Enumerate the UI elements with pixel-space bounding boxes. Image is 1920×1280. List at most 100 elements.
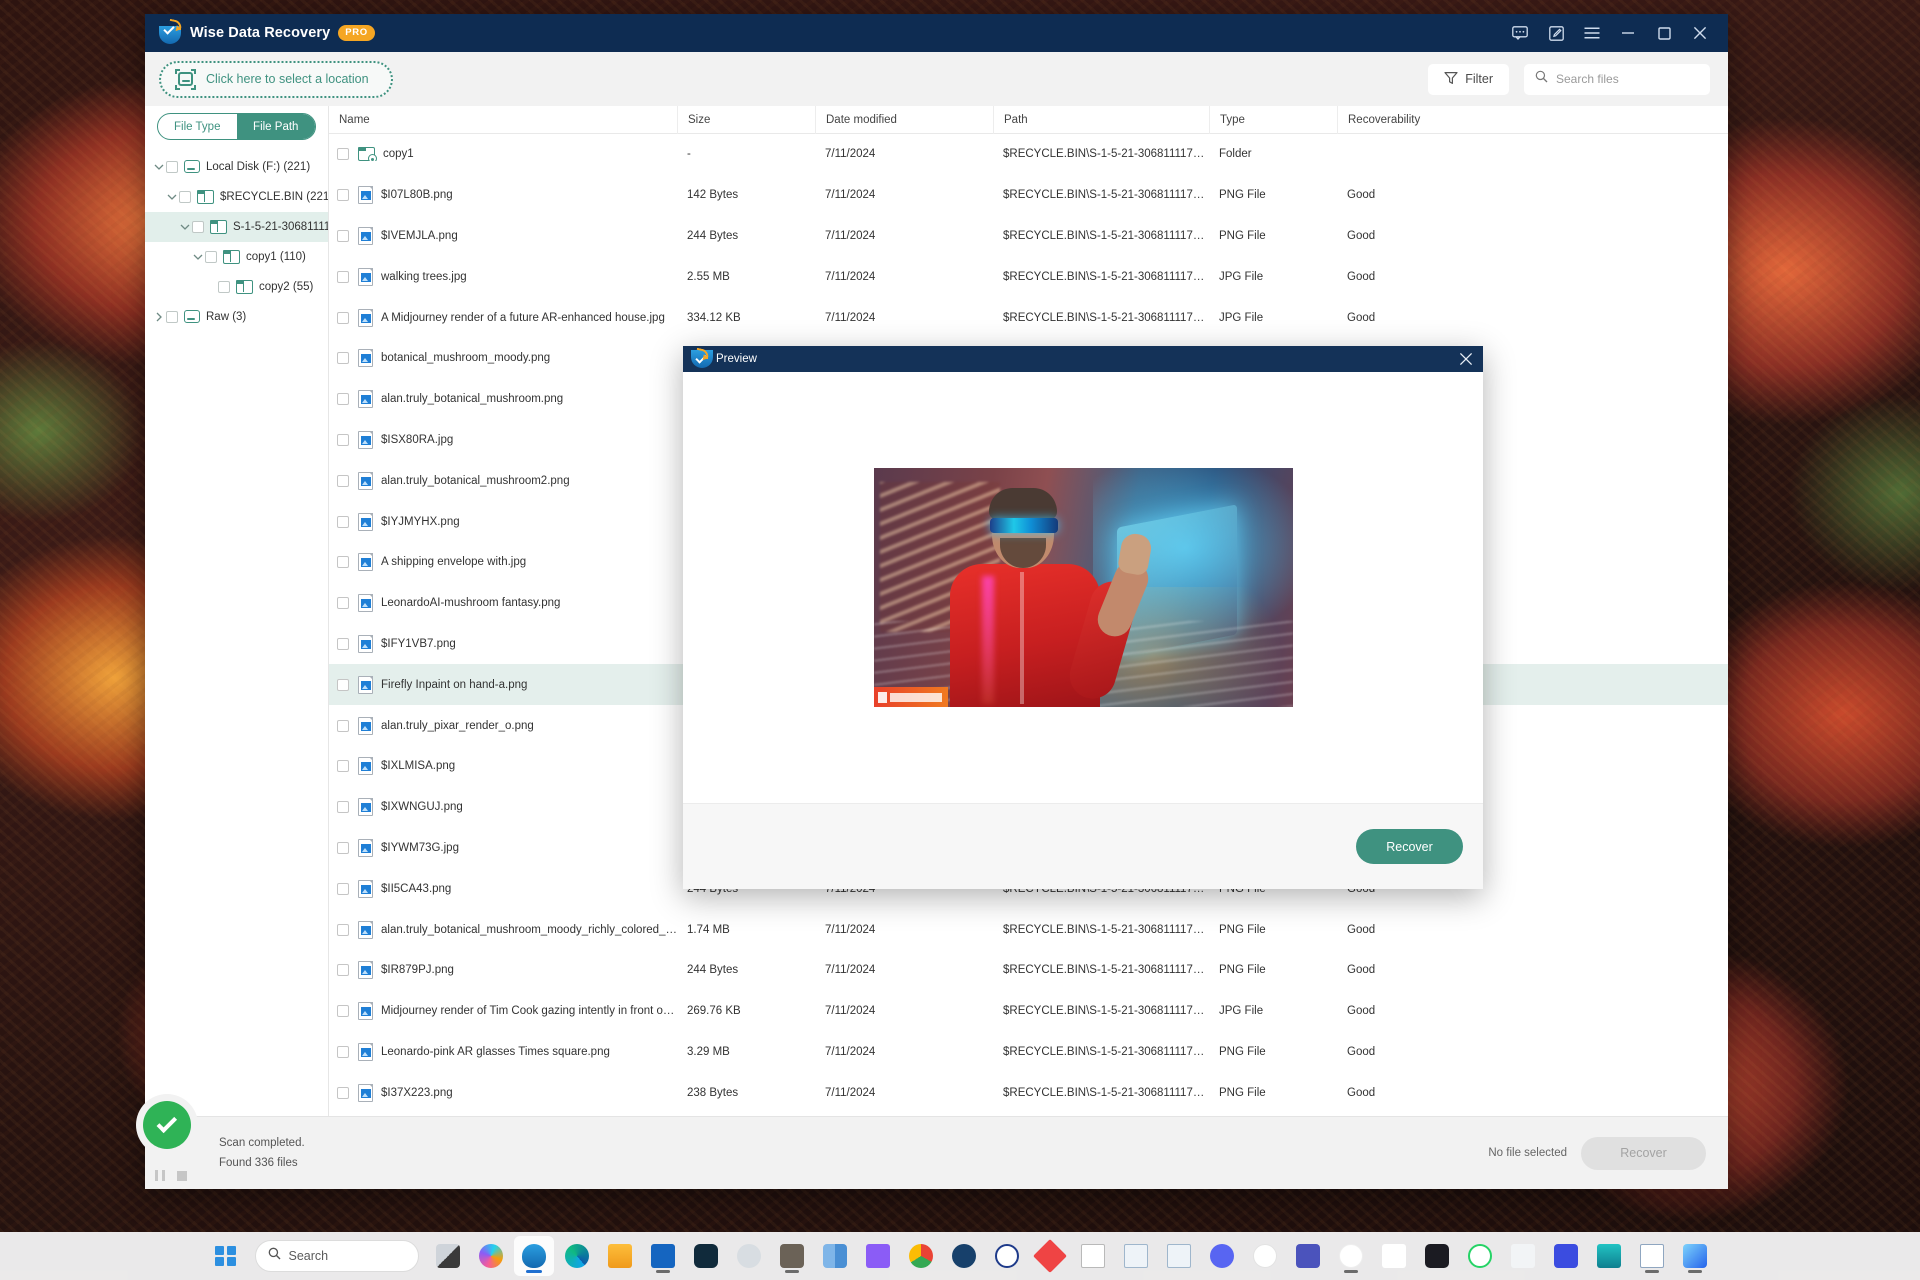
maximize-icon[interactable] (1646, 14, 1682, 52)
row-checkbox[interactable] (337, 311, 349, 324)
photos-icon[interactable] (1675, 1236, 1715, 1276)
notepad-icon[interactable] (1632, 1236, 1672, 1276)
column-header-path[interactable]: Path (993, 105, 1209, 134)
row-checkbox[interactable] (337, 760, 349, 773)
table-row[interactable]: Midjourney render of Tim Cook gazing int… (329, 991, 1728, 1032)
row-checkbox[interactable] (337, 1086, 349, 1099)
text-file-icon[interactable] (1073, 1236, 1113, 1276)
teams-icon[interactable] (1288, 1236, 1328, 1276)
filter-button[interactable]: Filter (1428, 63, 1509, 95)
minimize-icon[interactable] (1610, 14, 1646, 52)
start-icon[interactable] (206, 1236, 246, 1276)
chevron-down-icon[interactable] (190, 253, 205, 261)
row-checkbox[interactable] (337, 189, 349, 202)
edge-icon[interactable] (557, 1236, 597, 1276)
row-checkbox[interactable] (337, 515, 349, 528)
tree-item-checkbox[interactable] (179, 191, 191, 203)
whatsapp-icon[interactable] (1460, 1236, 1500, 1276)
tree-item-checkbox[interactable] (166, 161, 178, 173)
column-header-recoverability[interactable]: Recoverability (1337, 105, 1728, 134)
row-checkbox[interactable] (337, 801, 349, 814)
copilot-icon[interactable] (471, 1236, 511, 1276)
obs-icon[interactable] (686, 1236, 726, 1276)
tree-item[interactable]: Raw (3) (145, 302, 328, 332)
tree-item[interactable]: Local Disk (F:) (221) (145, 152, 328, 182)
table-row[interactable]: copy1 - 7/11/2024 $RECYCLE.BIN\S-1-5-21-306… (329, 134, 1728, 175)
select-location-button[interactable]: Click here to select a location (159, 60, 393, 98)
row-checkbox[interactable] (337, 474, 349, 487)
vr-icon[interactable] (987, 1236, 1027, 1276)
row-checkbox[interactable] (337, 923, 349, 936)
tree-item-checkbox[interactable] (192, 221, 204, 233)
excel-chart-icon[interactable] (1116, 1236, 1156, 1276)
chevron-right-icon[interactable] (151, 312, 166, 322)
wise-data-recovery-icon[interactable] (513, 1236, 554, 1276)
database-icon[interactable] (1589, 1236, 1629, 1276)
microsoft-store-icon[interactable] (643, 1236, 683, 1276)
view-tab-file-type[interactable]: File Type (158, 114, 237, 139)
column-header-size[interactable]: Size (677, 105, 815, 134)
asana-icon[interactable] (1331, 1236, 1371, 1276)
preview-close-icon[interactable] (1449, 346, 1483, 372)
parallels-icon[interactable] (815, 1236, 855, 1276)
settings-icon[interactable] (729, 1236, 769, 1276)
snip-tool-icon[interactable] (1374, 1236, 1414, 1276)
discord-icon[interactable] (1202, 1236, 1242, 1276)
task-view-icon[interactable] (428, 1236, 468, 1276)
recover-button-disabled[interactable]: Recover (1581, 1136, 1706, 1170)
search-files-box[interactable] (1524, 63, 1710, 95)
affinity-icon[interactable] (858, 1236, 898, 1276)
table-row[interactable]: $I07L80B.png 142 Bytes 7/11/2024 $RECYCLE.B… (329, 175, 1728, 216)
slack-icon[interactable] (1245, 1236, 1285, 1276)
column-header-name[interactable]: Name (329, 106, 677, 134)
row-checkbox[interactable] (337, 1045, 349, 1058)
view-tab-file-path[interactable]: File Path (236, 114, 315, 139)
column-header-date-modified[interactable]: Date modified (815, 105, 993, 134)
row-checkbox[interactable] (337, 678, 349, 691)
row-checkbox[interactable] (337, 229, 349, 242)
table-row[interactable]: A Midjourney render of a future AR-enhan… (329, 297, 1728, 338)
steam-icon[interactable] (944, 1236, 984, 1276)
row-checkbox[interactable] (337, 352, 349, 365)
row-checkbox[interactable] (337, 556, 349, 569)
row-checkbox[interactable] (337, 719, 349, 732)
feedback-icon[interactable] (1502, 14, 1538, 52)
stop-scan-icon[interactable] (177, 1170, 187, 1181)
chevron-down-icon[interactable] (151, 163, 166, 171)
row-checkbox[interactable] (337, 841, 349, 854)
tree-item-checkbox[interactable] (166, 311, 178, 323)
file-explorer-icon[interactable] (600, 1236, 640, 1276)
table-row[interactable]: $I37X223.png 238 Bytes 7/11/2024 $RECYCLE.B… (329, 1072, 1728, 1113)
row-checkbox[interactable] (337, 882, 349, 895)
row-checkbox[interactable] (337, 637, 349, 650)
table-row[interactable]: walking trees.jpg 2.55 MB 7/11/2024 $RECYCL… (329, 256, 1728, 297)
tree-item[interactable]: copy1 (110) (145, 242, 328, 272)
gimp-icon[interactable] (772, 1236, 812, 1276)
chrome-icon[interactable] (901, 1236, 941, 1276)
notion-icon[interactable] (1546, 1236, 1586, 1276)
tree-item-checkbox[interactable] (218, 281, 230, 293)
table-row[interactable]: $IVEMJLA.png 244 Bytes 7/11/2024 $RECYCLE.B… (329, 216, 1728, 257)
pause-scan-icon[interactable] (155, 1170, 165, 1181)
table-row[interactable]: $IR879PJ.png 244 Bytes 7/11/2024 $RECYCLE.B… (329, 950, 1728, 991)
alight-motion-icon[interactable] (1030, 1236, 1070, 1276)
power-bi-icon[interactable] (1159, 1236, 1199, 1276)
chevron-down-icon[interactable] (164, 193, 179, 201)
table-row[interactable]: Leonardo-pink AR glasses Times square.pn… (329, 1032, 1728, 1073)
chevron-down-icon[interactable] (177, 223, 192, 231)
taskbar-search-box[interactable]: Search (254, 1240, 419, 1272)
preview-recover-button[interactable]: Recover (1356, 829, 1463, 864)
tree-item[interactable]: $RECYCLE.BIN (221) (145, 182, 328, 212)
row-checkbox[interactable] (337, 393, 349, 406)
tree-item[interactable]: S-1-5-21-3068111176-186996… (145, 212, 328, 242)
view-mode-toggle[interactable]: File Type File Path (157, 113, 316, 140)
column-header-type[interactable]: Type (1209, 105, 1337, 134)
close-icon[interactable] (1682, 14, 1718, 52)
search-input[interactable] (1556, 72, 1699, 86)
row-checkbox[interactable] (337, 270, 349, 283)
tree-item-checkbox[interactable] (205, 251, 217, 263)
row-checkbox[interactable] (337, 964, 349, 977)
row-checkbox[interactable] (337, 597, 349, 610)
tree-item[interactable]: copy2 (55) (145, 272, 328, 302)
menu-icon[interactable] (1574, 14, 1610, 52)
